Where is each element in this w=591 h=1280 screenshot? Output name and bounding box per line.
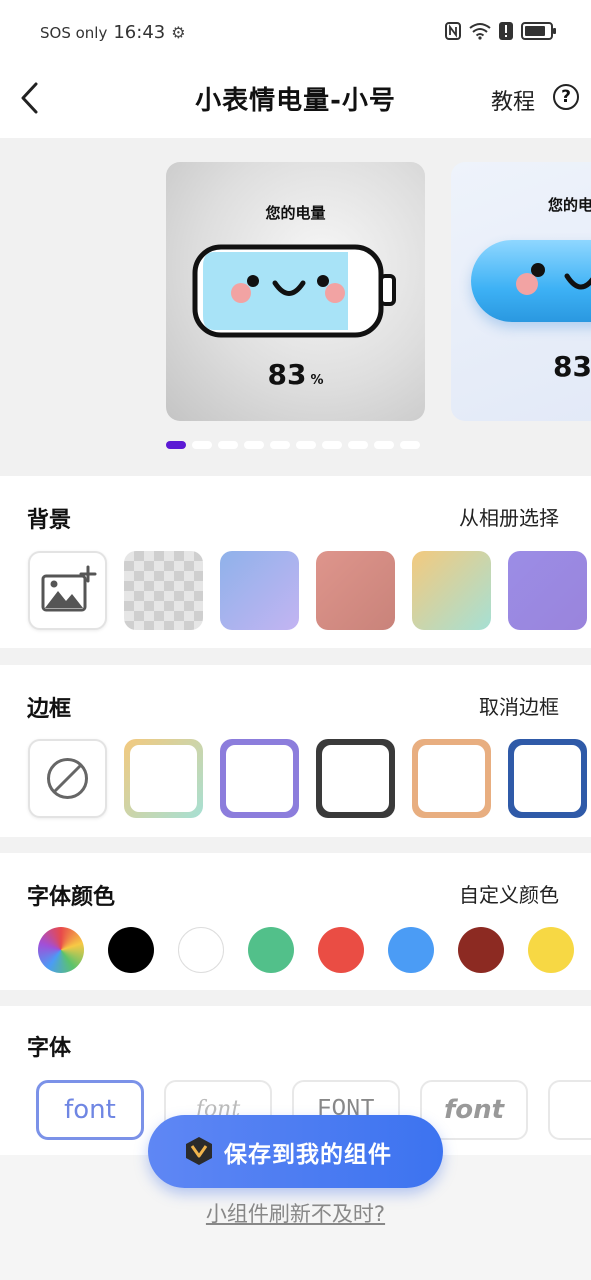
font-option-more[interactable]: [548, 1080, 591, 1140]
choose-from-album-link[interactable]: 从相册选择: [459, 502, 559, 531]
page-dot: [270, 441, 290, 449]
section-title: 背景: [27, 508, 72, 533]
color-dot-white[interactable]: [178, 927, 224, 973]
page-dot: [296, 441, 316, 449]
battery-icon: [521, 22, 556, 40]
widget-preview-carousel[interactable]: 您的电量 83% 您的电量 83: [0, 138, 591, 476]
custom-color-link[interactable]: 自定义颜色: [459, 879, 559, 908]
color-dot-blue[interactable]: [388, 927, 434, 973]
tutorial-link[interactable]: 教程: [491, 84, 535, 116]
battery-face-icon: [192, 244, 396, 338]
background-section: 背景 从相册选择: [0, 476, 591, 648]
page-dot: [218, 441, 238, 449]
battery-percent-value: 83: [267, 358, 307, 391]
remove-border-link[interactable]: 取消边框: [479, 691, 559, 720]
battery-percent: 83: [553, 350, 591, 383]
border-option-navy[interactable]: [508, 739, 587, 818]
widget-preview-card-next[interactable]: 您的电量 83: [451, 162, 591, 421]
background-swatch-blue-purple[interactable]: [220, 551, 299, 630]
page-dot: [348, 441, 368, 449]
carrier-text: SOS only: [40, 23, 108, 42]
battery-face-icon: [516, 263, 591, 295]
section-title: 边框: [27, 697, 72, 722]
color-dot-black[interactable]: [108, 927, 154, 973]
status-bar: SOS only 16:43 ⚙: [0, 0, 591, 64]
border-inner: [514, 745, 581, 812]
no-border-icon: [47, 758, 88, 799]
color-dot-yellow[interactable]: [528, 927, 574, 973]
background-swatch-purple[interactable]: [508, 551, 587, 630]
border-inner: [418, 745, 485, 812]
border-option-black[interactable]: [316, 739, 395, 818]
clock: 16:43: [113, 22, 166, 43]
status-right: [445, 22, 556, 40]
background-swatch-row: [28, 551, 587, 630]
page-dot: [192, 441, 212, 449]
page-dot: [166, 441, 186, 449]
save-button-label: 保存到我的组件: [224, 1142, 392, 1168]
alert-icon: [499, 22, 513, 40]
percent-unit: %: [310, 373, 324, 388]
image-add-icon: [41, 565, 97, 612]
page-dot: [374, 441, 394, 449]
border-inner: [226, 745, 293, 812]
page-indicator: [166, 441, 420, 449]
color-dot-green[interactable]: [248, 927, 294, 973]
color-dot-multicolor[interactable]: [38, 927, 84, 973]
font-color-row: [38, 927, 574, 973]
battery-label: 您的电量: [265, 204, 326, 222]
save-to-my-widgets-button[interactable]: 保存到我的组件: [148, 1115, 443, 1188]
background-swatch-transparent[interactable]: [124, 551, 203, 630]
color-dot-red[interactable]: [318, 927, 364, 973]
settings-icon: ⚙: [171, 23, 186, 42]
battery-percent: 83%: [166, 358, 425, 391]
battery-label: 您的电量: [548, 196, 591, 214]
page-dot: [400, 441, 420, 449]
border-inner: [130, 745, 197, 812]
nfc-icon: [445, 22, 461, 40]
border-option-none[interactable]: [28, 739, 107, 818]
page-dot: [244, 441, 264, 449]
refresh-help-link[interactable]: 小组件刷新不及时?: [0, 1198, 591, 1228]
color-dot-dark-red[interactable]: [458, 927, 504, 973]
border-option-row: [28, 739, 587, 818]
border-option-pastel[interactable]: [124, 739, 203, 818]
widget-preview-card[interactable]: 您的电量 83%: [166, 162, 425, 421]
page-dot: [322, 441, 342, 449]
add-background-image-button[interactable]: [28, 551, 107, 630]
background-swatch-coral[interactable]: [316, 551, 395, 630]
wifi-icon: [469, 23, 491, 40]
border-section: 边框 取消边框: [0, 665, 591, 837]
top-app-bar: 小表情电量-小号 教程 ?: [0, 64, 591, 138]
font-option-default[interactable]: font: [36, 1080, 144, 1140]
font-color-section: 字体颜色 自定义颜色: [0, 853, 591, 990]
background-swatch-yellow-mint[interactable]: [412, 551, 491, 630]
battery-pill: [471, 240, 591, 322]
border-option-purple[interactable]: [220, 739, 299, 818]
help-icon[interactable]: ?: [553, 84, 579, 110]
border-inner: [322, 745, 389, 812]
status-left: SOS only 16:43 ⚙: [40, 22, 186, 43]
section-title: 字体: [27, 1036, 72, 1061]
section-title: 字体颜色: [27, 885, 116, 910]
battery-fill: [525, 26, 546, 36]
vip-shield-icon: [186, 1137, 212, 1165]
border-option-orange[interactable]: [412, 739, 491, 818]
